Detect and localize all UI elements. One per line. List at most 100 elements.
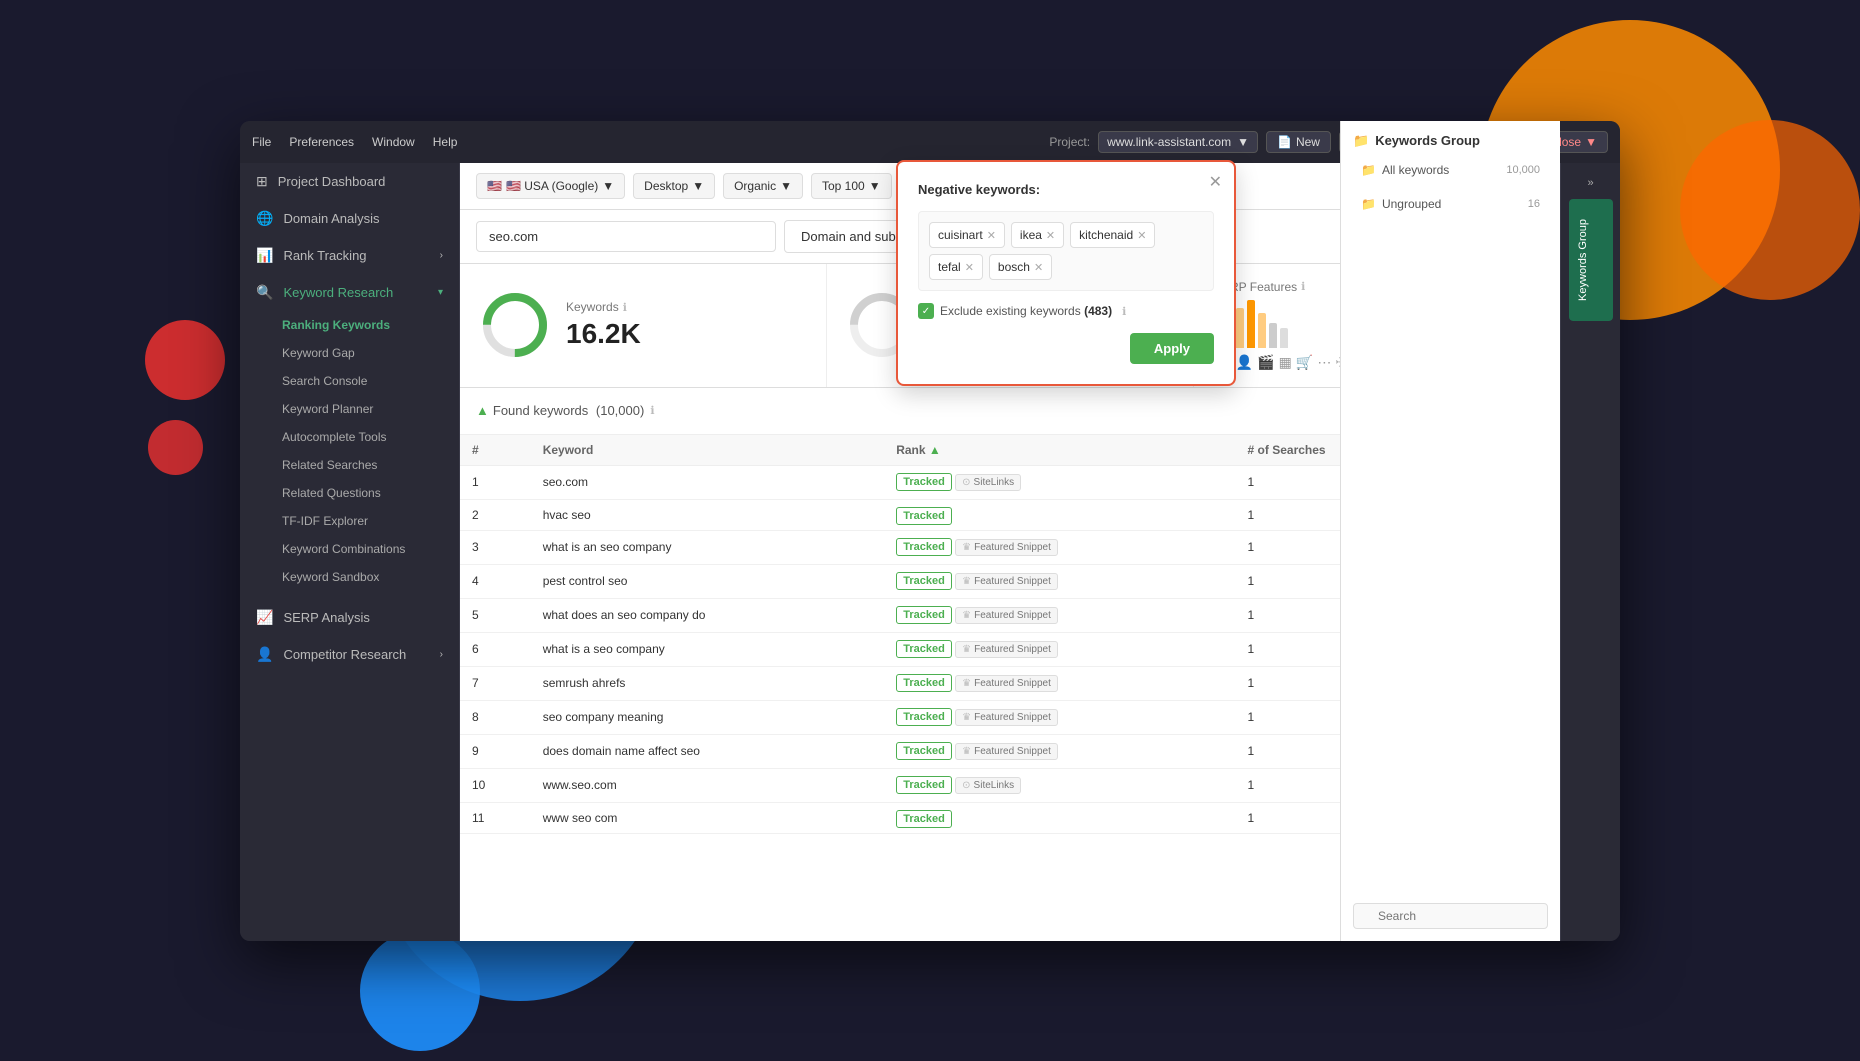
bg-circle-orange-small	[1680, 120, 1860, 300]
tracked-badge: Tracked	[896, 572, 952, 590]
menu-file[interactable]: File	[252, 135, 271, 149]
sidebar-sub-item-keyword-gap[interactable]: Keyword Gap	[240, 339, 459, 367]
ungrouped-icon: 📁	[1361, 197, 1376, 211]
keywords-group-tab[interactable]: Keywords Group	[1569, 199, 1613, 321]
serp-bar-7	[1280, 328, 1288, 348]
chevron-down-icon: ▼	[1237, 135, 1249, 149]
cell-keyword: what is a seo company	[531, 632, 885, 666]
project-value: www.link-assistant.com	[1107, 135, 1231, 149]
tag-remove-icon[interactable]: ✕	[965, 261, 974, 274]
tag-remove-icon[interactable]: ✕	[1046, 229, 1055, 242]
sidebar-item-domain-analysis[interactable]: 🌐 Domain Analysis	[240, 200, 459, 237]
tag-label: cuisinart	[938, 228, 983, 242]
feature-badge: ♛ Featured Snippet	[955, 539, 1058, 556]
cell-num: 5	[460, 598, 531, 632]
cell-rank: Tracked ♛ Featured Snippet	[884, 666, 1235, 700]
menu-window[interactable]: Window	[372, 135, 415, 149]
cell-num: 8	[460, 700, 531, 734]
sidebar-item-project-dashboard[interactable]: ⊞ Project Dashboard	[240, 163, 459, 200]
cell-keyword: hvac seo	[531, 499, 885, 530]
cell-rank: Tracked ♛ Featured Snippet	[884, 530, 1235, 564]
exclude-checkbox[interactable]: ✓	[918, 303, 934, 319]
sidebar-sub-item-autocomplete-tools[interactable]: Autocomplete Tools	[240, 423, 459, 451]
feature-badge: ♛ Featured Snippet	[955, 641, 1058, 658]
keywords-info-icon[interactable]: ℹ	[623, 301, 627, 314]
apply-button[interactable]: Apply	[1130, 333, 1214, 364]
top-filter[interactable]: Top 100 ▼	[811, 173, 892, 199]
feature-badge: ⊙ SiteLinks	[955, 777, 1021, 794]
cell-num: 4	[460, 564, 531, 598]
sidebar-item-keyword-research[interactable]: 🔍 Keyword Research ▾	[240, 274, 459, 311]
serp-info-icon[interactable]: ℹ	[1301, 280, 1305, 293]
serp-bar-6	[1269, 323, 1277, 348]
chevron-down-icon8: ▼	[780, 179, 792, 193]
sidebar-sub-item-keyword-sandbox[interactable]: Keyword Sandbox	[240, 563, 459, 591]
menu-bar: File Preferences Window Help	[252, 135, 457, 149]
sidebar-sub-item-related-questions[interactable]: Related Questions	[240, 479, 459, 507]
sidebar-sub-item-search-console[interactable]: Search Console	[240, 367, 459, 395]
cell-num: 6	[460, 632, 531, 666]
feature-badge: ♛ Featured Snippet	[955, 709, 1058, 726]
chevron-down-icon9: ▼	[869, 179, 881, 193]
serp-bar-3	[1236, 308, 1244, 348]
panel-ungrouped[interactable]: 📁 Ungrouped 16	[1353, 191, 1548, 217]
panel-search-input[interactable]	[1353, 903, 1548, 929]
right-panel: » Keywords Group	[1560, 163, 1620, 941]
sidebar-sub-item-related-searches[interactable]: Related Searches	[240, 451, 459, 479]
col-keyword[interactable]: Keyword	[531, 435, 885, 466]
device-filter[interactable]: Desktop ▼	[633, 173, 715, 199]
feature-badge: ♛ Featured Snippet	[955, 573, 1058, 590]
sidebar-sub-item-tf-idf-explorer[interactable]: TF-IDF Explorer	[240, 507, 459, 535]
cell-keyword: www seo com	[531, 802, 885, 833]
keywords-donut-svg	[480, 290, 550, 360]
cell-rank: Tracked ♛ Featured Snippet	[884, 564, 1235, 598]
tag-remove-icon[interactable]: ✕	[1034, 261, 1043, 274]
cell-rank: Tracked	[884, 499, 1235, 530]
sidebar-sub-item-keyword-combinations[interactable]: Keyword Combinations	[240, 535, 459, 563]
search-icon: 🔍	[256, 284, 273, 301]
tag-label: ikea	[1020, 228, 1042, 242]
popup-close-button[interactable]: ✕	[1209, 172, 1222, 192]
keywords-stat-info: Keywords ℹ 16.2K	[566, 300, 641, 350]
cell-num: 3	[460, 530, 531, 564]
bg-circle-red2	[148, 420, 203, 475]
serp-icon-3: 🎬	[1257, 354, 1274, 371]
cell-num: 1	[460, 465, 531, 499]
found-info-icon[interactable]: ℹ	[650, 404, 654, 417]
cell-keyword: seo company meaning	[531, 700, 885, 734]
cell-rank: Tracked	[884, 802, 1235, 833]
country-filter[interactable]: 🇺🇸 🇺🇸 USA (Google) ▼	[476, 173, 625, 199]
tag-remove-icon[interactable]: ✕	[987, 229, 996, 242]
search-type-filter[interactable]: Organic ▼	[723, 173, 803, 199]
feature-badge: ♛ Featured Snippet	[955, 607, 1058, 624]
chart-icon: 📊	[256, 247, 273, 264]
cell-keyword: does domain name affect seo	[531, 734, 885, 768]
competitor-icon: 👤	[256, 646, 273, 663]
project-dropdown[interactable]: www.link-assistant.com ▼	[1098, 131, 1258, 153]
sidebar-item-serp-analysis[interactable]: 📈 SERP Analysis	[240, 599, 459, 636]
cell-rank: Tracked ♛ Featured Snippet	[884, 734, 1235, 768]
cell-keyword: what does an seo company do	[531, 598, 885, 632]
sidebar-item-competitor-research[interactable]: 👤 Competitor Research ›	[240, 636, 459, 673]
menu-preferences[interactable]: Preferences	[289, 135, 354, 149]
tracked-badge: Tracked	[896, 473, 952, 491]
domain-search-input[interactable]	[476, 221, 776, 252]
panel-search-container: 🔍	[1353, 903, 1548, 929]
tracked-badge: Tracked	[896, 507, 952, 525]
tracked-badge: Tracked	[896, 708, 952, 726]
cell-num: 7	[460, 666, 531, 700]
tag-remove-icon[interactable]: ✕	[1137, 229, 1146, 242]
panel-all-keywords[interactable]: 📁 All keywords 10,000	[1353, 163, 1548, 183]
serp-icon-6: ⋯	[1317, 354, 1331, 371]
tracked-badge: Tracked	[896, 674, 952, 692]
col-rank[interactable]: Rank ▲	[884, 435, 1235, 466]
expand-icon[interactable]: ▲	[476, 403, 489, 418]
sidebar-sub-item-keyword-planner[interactable]: Keyword Planner	[240, 395, 459, 423]
exclude-info-icon[interactable]: ℹ	[1122, 305, 1126, 318]
sidebar-item-rank-tracking[interactable]: 📊 Rank Tracking ›	[240, 237, 459, 274]
menu-help[interactable]: Help	[433, 135, 458, 149]
expand-panel-icon[interactable]: »	[1569, 171, 1613, 195]
new-button[interactable]: 📄 New	[1266, 131, 1331, 153]
sidebar-sub-item-ranking-keywords[interactable]: Ranking Keywords	[240, 311, 459, 339]
tracked-badge: Tracked	[896, 538, 952, 556]
